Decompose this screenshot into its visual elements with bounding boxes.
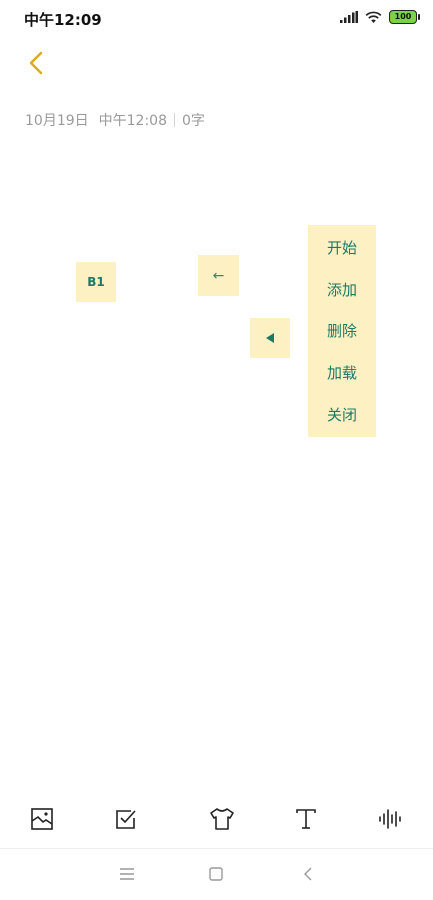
status-icons: 100 (340, 10, 420, 24)
voice-record-button[interactable] (368, 797, 412, 841)
triangle-left-icon (266, 333, 274, 343)
menu-icon (120, 868, 134, 880)
play-button[interactable] (250, 318, 290, 358)
bottom-toolbar (0, 797, 433, 841)
menu-item-load[interactable]: 加载 (327, 358, 357, 387)
system-nav-bar (0, 849, 433, 900)
recent-apps-button[interactable] (112, 859, 142, 889)
status-time: 中午12:09 (24, 11, 102, 29)
note-meta: 10月19日 中午12:08 0字 (25, 110, 205, 130)
back-icon (304, 867, 312, 881)
signal-icon (340, 11, 358, 23)
system-back-button[interactable] (293, 859, 323, 889)
home-icon (209, 867, 223, 881)
menu-item-add[interactable]: 添加 (327, 275, 357, 304)
battery-icon: 100 (389, 10, 420, 24)
checkbox-icon (116, 810, 136, 829)
home-button[interactable] (201, 859, 231, 889)
status-bar: 中午12:09 100 (0, 0, 433, 38)
insert-checkbox-button[interactable] (104, 797, 148, 841)
meta-divider (174, 113, 175, 127)
word-count: 0字 (182, 113, 205, 129)
image-icon (31, 808, 53, 830)
shirt-icon (210, 808, 234, 830)
chevron-left-icon (29, 51, 43, 75)
b1-button[interactable]: B1 (76, 262, 116, 302)
note-time: 中午12:08 (98, 113, 167, 129)
text-icon (296, 809, 316, 829)
menu-item-delete[interactable]: 删除 (327, 316, 357, 345)
back-button[interactable] (22, 48, 52, 78)
menu-item-close[interactable]: 关闭 (327, 400, 357, 429)
insert-image-button[interactable] (20, 797, 64, 841)
audio-wave-icon (379, 809, 401, 829)
note-date: 10月19日 (25, 113, 89, 129)
wifi-icon (365, 11, 382, 23)
left-arrow-button[interactable]: ← (198, 255, 239, 296)
theme-button[interactable] (200, 797, 244, 841)
control-menu: 开始 添加 删除 加载 关闭 (308, 225, 376, 437)
menu-item-start[interactable]: 开始 (327, 233, 357, 262)
text-format-button[interactable] (284, 797, 328, 841)
